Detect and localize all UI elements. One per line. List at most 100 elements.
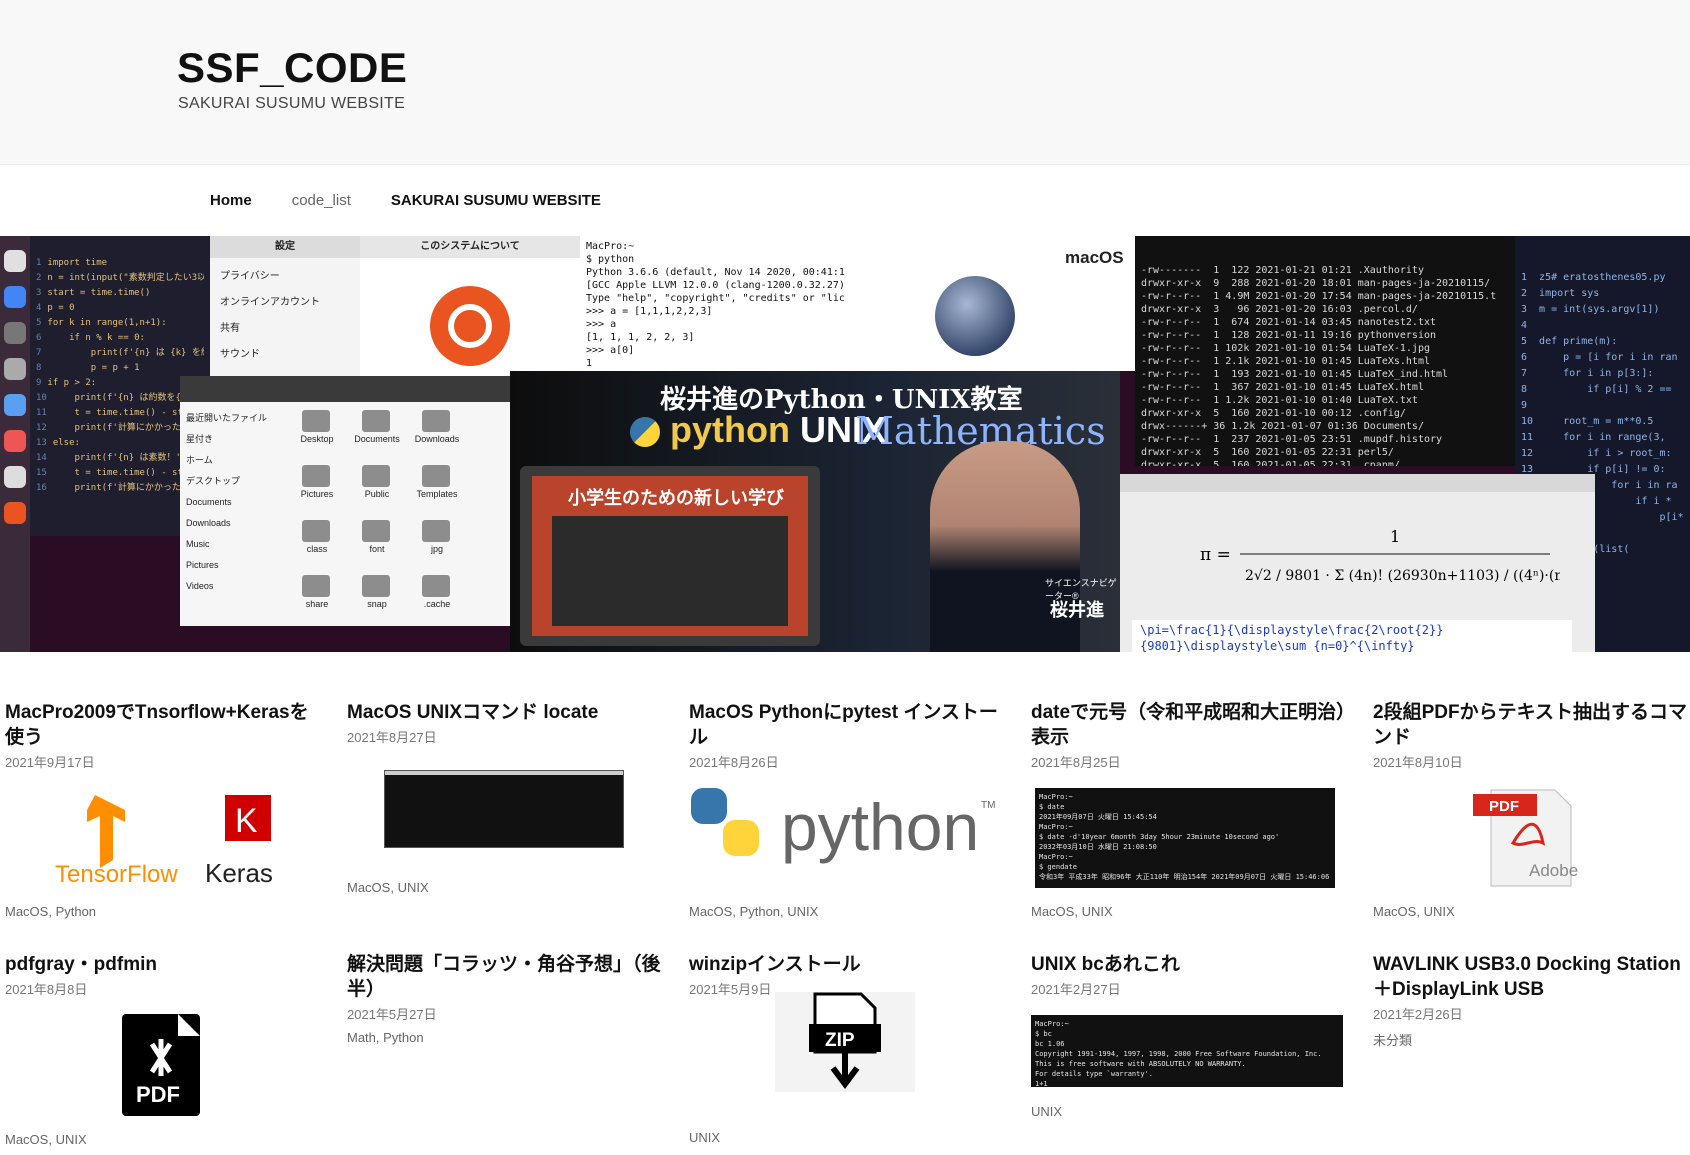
post-title[interactable]: MacPro2009でTnsorflow+Kerasを使う — [5, 700, 320, 750]
pdf-adobe-icon: PDF Adobe — [1473, 789, 1578, 887]
banner-python: python — [670, 409, 790, 450]
post-title[interactable]: pdfgray・pdfmin — [5, 952, 320, 977]
site-header: SSF_CODE SAKURAI SUSUMU WEBSITE — [0, 0, 1690, 165]
folder-icon[interactable] — [362, 465, 390, 487]
date-terminal-thumb[interactable]: MacPro:~ $ date 2021年09月07日 火曜日 15:45:54 Ma… — [1035, 788, 1335, 888]
about-panel: このシステムについて — [360, 236, 580, 376]
python-line: 8 if p[i] % 2 == — [1521, 384, 1672, 395]
terminal-line: Copyright 1991-1994, 1997, 1998, 2000 Fr… — [1035, 1050, 1322, 1058]
folder-icon[interactable] — [302, 410, 330, 432]
code-line: 8 p = p + 1 — [36, 363, 140, 373]
python-line: 1 z5# eratosthenes05.py — [1521, 272, 1666, 283]
post-categories[interactable]: 未分類 — [1373, 1030, 1412, 1049]
nav-code-list[interactable]: code_list — [292, 192, 351, 209]
terminal-line: MacPro:~ — [1039, 823, 1073, 831]
post-title[interactable]: MacOS UNIXコマンド locate — [347, 700, 662, 725]
terminal-lines: MacPro:~ $ python Python 3.6.6 (default, N… — [586, 240, 889, 370]
terminal-line: >>> a = [1,1,1,2,2,3] — [586, 306, 713, 317]
latex-source[interactable]: \pi=\frac{1}{\displaystyle\frac{2\root{2… — [1132, 620, 1572, 652]
terminal-thumb[interactable] — [384, 770, 624, 848]
post-title[interactable]: dateで元号（令和平成昭和大正明治）表示 — [1031, 700, 1346, 750]
folder-icon[interactable] — [302, 575, 330, 597]
zip-label: ZIP — [825, 1030, 855, 1051]
ls-line: -rw-r--r-- 1 193 2021-01-10 01:45 LuaTeX… — [1141, 369, 1449, 380]
post-title[interactable]: 2段組PDFからテキスト抽出するコマンド — [1373, 700, 1688, 750]
post-title[interactable]: MacOS Pythonにpytest インストール — [689, 700, 1004, 750]
pdf-adobe-thumb[interactable]: PDF Adobe — [1473, 788, 1583, 888]
post-categories[interactable]: MacOS, UNIX — [1031, 904, 1113, 919]
post-title[interactable]: 解決問題「コラッツ・角谷予想」（後半） — [347, 952, 662, 1002]
post-card[interactable]: MacOS Pythonにpytest インストール 2021年8月26日 py… — [689, 700, 1004, 919]
folder-icon[interactable] — [362, 410, 390, 432]
keras-letter: K — [235, 802, 258, 840]
tensorflow-keras-thumb[interactable]: TensorFlow K Keras — [55, 790, 295, 888]
post-title[interactable]: winzipインストール — [689, 952, 1004, 977]
folder-icon[interactable] — [422, 465, 450, 487]
folder-icon[interactable] — [362, 575, 390, 597]
post-card[interactable]: WAVLINK USB3.0 Docking Station＋DisplayLi… — [1373, 952, 1688, 1048]
settings-item: オンラインアカウント — [220, 297, 320, 308]
folder-icon[interactable] — [422, 410, 450, 432]
files-sidebar-item: Downloads — [186, 518, 231, 528]
post-card[interactable]: winzipインストール 2021年5月9日 ZIP UNIX — [689, 952, 1004, 1145]
folder-icon[interactable] — [422, 520, 450, 542]
nav-sakurai-website[interactable]: SAKURAI SUSUMU WEBSITE — [391, 192, 601, 209]
laptop-window — [552, 516, 788, 626]
python-logo: python TM — [691, 788, 995, 864]
pdf-file-icon: PDF — [136, 1014, 200, 1107]
main-nav: Home code_list SAKURAI SUSUMU WEBSITE — [210, 192, 601, 209]
post-card[interactable]: MacPro2009でTnsorflow+Kerasを使う 2021年9月17日… — [5, 700, 320, 919]
folder-label: Public — [364, 489, 390, 499]
folder-label: jpg — [430, 544, 443, 554]
python-logo-thumb[interactable]: python TM — [689, 780, 999, 870]
course-banner: 桜井進のPython・UNIX教室 python UNIX Mathematic… — [510, 371, 1120, 652]
ubuntu-dock — [0, 236, 30, 652]
keras-label: Keras — [205, 858, 273, 885]
editor-icon — [4, 394, 26, 416]
post-card[interactable]: UNIX bcあれこれ 2021年2月27日 MacPro:~ $ bc bc 1.… — [1031, 952, 1346, 1119]
terminal-line: MacPro:~ — [1039, 793, 1073, 801]
folder-icon[interactable] — [362, 520, 390, 542]
post-categories[interactable]: MacOS, Python, UNIX — [689, 904, 818, 919]
folder-icon[interactable] — [302, 520, 330, 542]
nav-home[interactable]: Home — [210, 192, 252, 209]
post-categories[interactable]: MacOS, UNIX — [1373, 904, 1455, 919]
zip-icon-thumb[interactable]: ZIP — [775, 992, 915, 1092]
post-categories[interactable]: UNIX — [689, 1130, 720, 1145]
ls-line: -rw-r--r-- 1 128 2021-01-11 19:16 python… — [1141, 330, 1437, 341]
python-line: 10 root_m = m**0.5 — [1521, 416, 1654, 427]
chrome-icon — [4, 286, 26, 308]
files-sidebar-item: 最近開いたファイル — [186, 413, 268, 423]
site-title[interactable]: SSF_CODE — [177, 44, 407, 92]
pdf-icon-thumb[interactable]: PDF — [122, 1014, 200, 1116]
bc-terminal-thumb[interactable]: MacPro:~ $ bc bc 1.06 Copyright 1991-1994, … — [1031, 1015, 1343, 1087]
python-word: python — [781, 790, 979, 864]
code-line: 3 start = time.time() — [36, 288, 151, 298]
settings-icon — [4, 358, 26, 380]
post-categories[interactable]: MacOS, Python — [5, 904, 96, 919]
post-card[interactable]: dateで元号（令和平成昭和大正明治）表示 2021年8月25日 MacPro:… — [1031, 700, 1346, 919]
folder-label: font — [369, 544, 385, 554]
post-title[interactable]: WAVLINK USB3.0 Docking Station＋DisplayLi… — [1373, 952, 1688, 1002]
post-card[interactable]: 2段組PDFからテキスト抽出するコマンド 2021年8月10日 PDF Adob… — [1373, 700, 1688, 919]
latexit-panel: LaTeXiT-1 π = 1 2√2 / 9801 · Σ (4n)! (26… — [1120, 474, 1595, 652]
post-categories[interactable]: Math, Python — [347, 1030, 424, 1045]
files-sidebar-item: Videos — [186, 581, 214, 591]
post-title[interactable]: UNIX bcあれこれ — [1031, 952, 1346, 977]
terminal-line: bc 1.06 — [1035, 1040, 1065, 1048]
post-categories[interactable]: MacOS, UNIX — [5, 1132, 87, 1147]
folder-icon[interactable] — [422, 575, 450, 597]
post-card[interactable]: pdfgray・pdfmin 2021年8月8日 PDF MacOS, UNIX — [5, 952, 320, 1147]
folder-icon[interactable] — [302, 465, 330, 487]
post-card[interactable]: MacOS UNIXコマンド locate 2021年8月27日 MacOS, … — [347, 700, 662, 895]
post-card[interactable]: 解決問題「コラッツ・角谷予想」（後半） 2021年5月27日 Math, Pyt… — [347, 952, 662, 1045]
post-categories[interactable]: UNIX — [1031, 1104, 1062, 1119]
code-line: 2n = int(input("素数判定したい3以上 — [36, 273, 204, 283]
code-line: 5 for k in range(1,n+1): — [36, 318, 167, 328]
ls-line: drwxr-xr-x 3 96 2021-01-20 16:03 .percol… — [1141, 304, 1418, 315]
terminal-line: 1+1 — [1035, 1080, 1048, 1087]
terminal-line: MacPro:~ — [586, 241, 635, 252]
tensorflow-label: TensorFlow — [55, 861, 178, 885]
svg-text:2√2 / 9801 · Σ (4n)! (26930n+1: 2√2 / 9801 · Σ (4n)! (26930n+1103) / ((4… — [1245, 568, 1560, 584]
post-categories[interactable]: MacOS, UNIX — [347, 880, 429, 895]
